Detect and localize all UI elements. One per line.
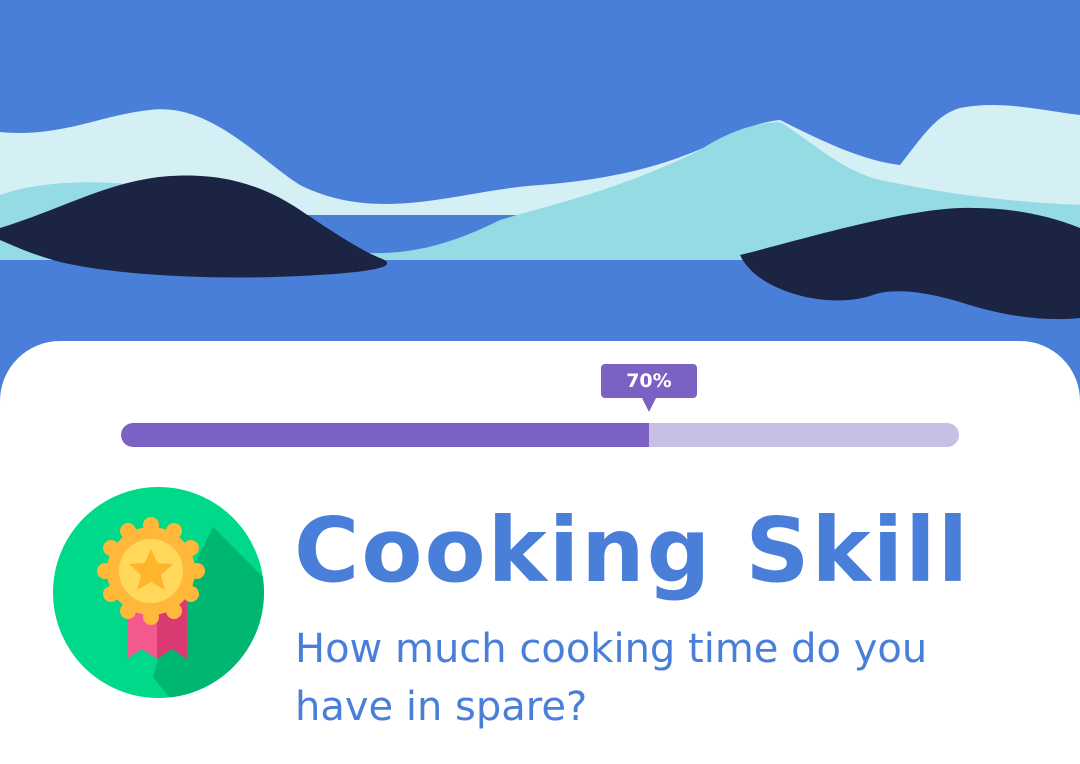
progress-bar xyxy=(121,423,959,447)
badge xyxy=(53,487,264,698)
page-title: Cooking Skill xyxy=(294,498,971,602)
medal-star-icon xyxy=(53,487,264,698)
question-text: How much cooking time do you have in spa… xyxy=(295,626,928,730)
progress-tooltip: 70% xyxy=(600,364,697,412)
progress-bar-fill xyxy=(121,423,649,447)
